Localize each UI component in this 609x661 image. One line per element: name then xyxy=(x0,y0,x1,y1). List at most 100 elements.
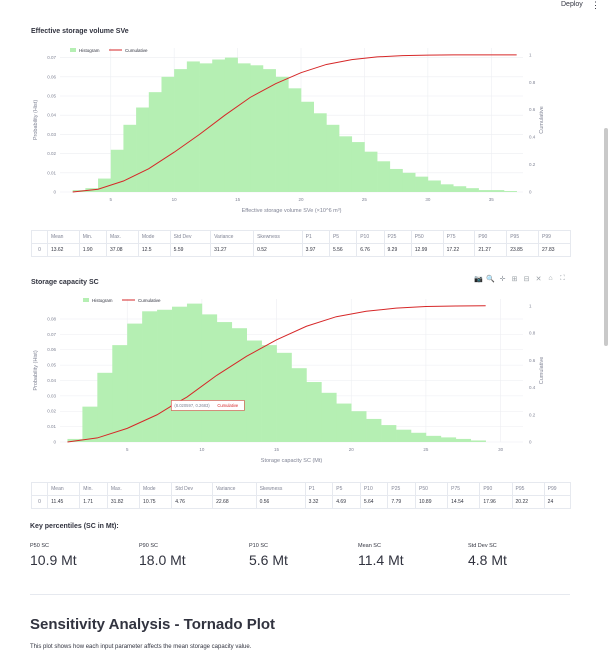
column-header[interactable]: Std Dev xyxy=(169,230,212,244)
column-header[interactable]: P75 xyxy=(442,230,476,244)
histogram-chart-sc[interactable]: 00.010.020.030.040.050.060.070.085 10 15 20… xyxy=(30,291,570,469)
table-cell[interactable]: 31.27 xyxy=(210,243,255,257)
column-header[interactable]: P90 xyxy=(474,230,508,244)
histogram-bar xyxy=(224,57,238,192)
table-cell[interactable]: 3.97 xyxy=(301,243,330,257)
column-header[interactable]: Mode xyxy=(137,230,171,244)
main-menu-icon[interactable]: ⋮ xyxy=(591,0,600,10)
deploy-button[interactable]: Deploy xyxy=(561,1,583,8)
column-header[interactable]: P95 xyxy=(506,230,540,244)
zoom-in-icon[interactable]: ⊞ xyxy=(510,275,519,285)
table-cell[interactable]: 31.82 xyxy=(106,495,141,509)
pan-icon[interactable]: ✛ xyxy=(498,275,507,285)
column-header[interactable]: Min. xyxy=(78,230,108,244)
table-cell[interactable]: 5.59 xyxy=(169,243,212,257)
histogram-bar xyxy=(336,403,352,442)
table-cell[interactable]: 21.27 xyxy=(474,243,508,257)
column-header[interactable]: P25 xyxy=(383,230,412,244)
column-header[interactable]: Mean xyxy=(47,482,81,496)
column-header[interactable]: P95 xyxy=(511,482,545,496)
column-header[interactable]: Mean xyxy=(46,230,80,244)
table-cell[interactable]: 10.89 xyxy=(414,495,449,509)
legend-swatch-histogram xyxy=(70,48,76,52)
table-cell[interactable]: 13.62 xyxy=(46,243,80,257)
histogram-bar xyxy=(136,107,150,192)
table-cell[interactable]: 4.76 xyxy=(171,495,214,509)
column-header[interactable]: P25 xyxy=(387,482,416,496)
column-header[interactable]: P1 xyxy=(301,230,330,244)
table-cell[interactable]: 17.22 xyxy=(442,243,476,257)
histogram-bar xyxy=(440,184,454,192)
histogram-bar xyxy=(97,372,113,442)
table-cell[interactable]: 1.71 xyxy=(79,495,108,509)
column-header[interactable]: Skewness xyxy=(255,482,306,496)
table-cell[interactable]: 9.29 xyxy=(383,243,412,257)
column-header[interactable]: P10 xyxy=(356,230,385,244)
table-cell[interactable]: 3.32 xyxy=(304,495,334,509)
column-header[interactable]: P90 xyxy=(479,482,513,496)
column-header[interactable]: P5 xyxy=(332,482,361,496)
table-cell[interactable]: 6.76 xyxy=(356,243,385,257)
table-cell[interactable]: 37.08 xyxy=(106,243,139,257)
table-cell[interactable]: 12.5 xyxy=(137,243,171,257)
table-cell[interactable]: 22.68 xyxy=(212,495,257,509)
column-header[interactable]: P1 xyxy=(304,482,334,496)
column-header[interactable]: Variance xyxy=(210,230,255,244)
table-cell[interactable]: 10.75 xyxy=(139,495,173,509)
camera-icon[interactable]: 📷 xyxy=(474,275,483,285)
stats-table-sc: Mean Min. Max. Mode Std Dev Variance Skewness P… xyxy=(30,482,572,509)
column-header[interactable] xyxy=(30,482,49,496)
table-cell[interactable]: 4.69 xyxy=(332,495,361,509)
histogram-bar xyxy=(123,124,137,192)
page-scrollbar[interactable] xyxy=(604,128,608,346)
table-cell[interactable]: 23.85 xyxy=(506,243,540,257)
metric-p10: P10 SC 5.6 Mt xyxy=(249,543,288,568)
table-cell[interactable]: 17.96 xyxy=(479,495,513,509)
column-header[interactable]: Min. xyxy=(79,482,108,496)
table-cell[interactable]: 0.52 xyxy=(253,243,303,257)
row-index[interactable]: 0 xyxy=(31,243,48,257)
histogram-bar xyxy=(157,309,173,442)
table-cell[interactable]: 1.90 xyxy=(78,243,108,257)
table-cell[interactable]: 20.22 xyxy=(511,495,545,509)
column-header[interactable]: Max. xyxy=(106,230,139,244)
metric-value: 4.8 Mt xyxy=(468,552,507,568)
home-icon[interactable]: ⌂ xyxy=(546,275,555,285)
column-header[interactable]: P75 xyxy=(447,482,481,496)
column-header[interactable]: P50 xyxy=(410,230,444,244)
column-header[interactable]: Mode xyxy=(139,482,173,496)
autoscale-icon[interactable]: ✕ xyxy=(534,275,543,285)
x-tick-label: 5 xyxy=(126,447,129,452)
column-header[interactable]: P50 xyxy=(414,482,449,496)
y2-tick-label: 1 xyxy=(529,303,532,308)
column-header[interactable]: P99 xyxy=(543,482,572,496)
zoom-out-icon[interactable]: ⊟ xyxy=(522,275,531,285)
table-cell[interactable]: 7.79 xyxy=(387,495,416,509)
column-header[interactable]: Variance xyxy=(212,482,257,496)
column-header[interactable] xyxy=(31,230,48,244)
histogram-chart-sve[interactable]: 00.010.020.030.040.050.060.075 10 15 20 25 30… xyxy=(30,40,570,220)
table-cell[interactable]: 5.56 xyxy=(328,243,358,257)
column-header[interactable]: P10 xyxy=(359,482,389,496)
column-header[interactable]: Skewness xyxy=(253,230,303,244)
table-cell[interactable]: 27.83 xyxy=(538,243,571,257)
zoom-icon[interactable]: 🔍 xyxy=(486,275,495,285)
histogram-bar xyxy=(453,186,467,192)
histogram-bar xyxy=(455,438,472,442)
y2-tick-label: 0 xyxy=(529,190,532,195)
row-index[interactable]: 0 xyxy=(30,495,49,509)
table-cell[interactable]: 12.99 xyxy=(410,243,444,257)
table-cell[interactable]: 11.45 xyxy=(47,495,81,509)
histogram-bar xyxy=(142,311,158,442)
histogram-bar xyxy=(440,437,457,442)
fullscreen-icon[interactable]: ⛶ xyxy=(558,275,567,285)
histogram-bar xyxy=(427,180,441,192)
table-cell[interactable]: 0.56 xyxy=(255,495,306,509)
table-cell[interactable]: 24 xyxy=(543,495,572,509)
column-header[interactable]: P99 xyxy=(538,230,571,244)
column-header[interactable]: P5 xyxy=(328,230,358,244)
table-cell[interactable]: 5.64 xyxy=(359,495,389,509)
column-header[interactable]: Max. xyxy=(106,482,141,496)
table-cell[interactable]: 14.54 xyxy=(447,495,481,509)
column-header[interactable]: Std Dev xyxy=(171,482,214,496)
